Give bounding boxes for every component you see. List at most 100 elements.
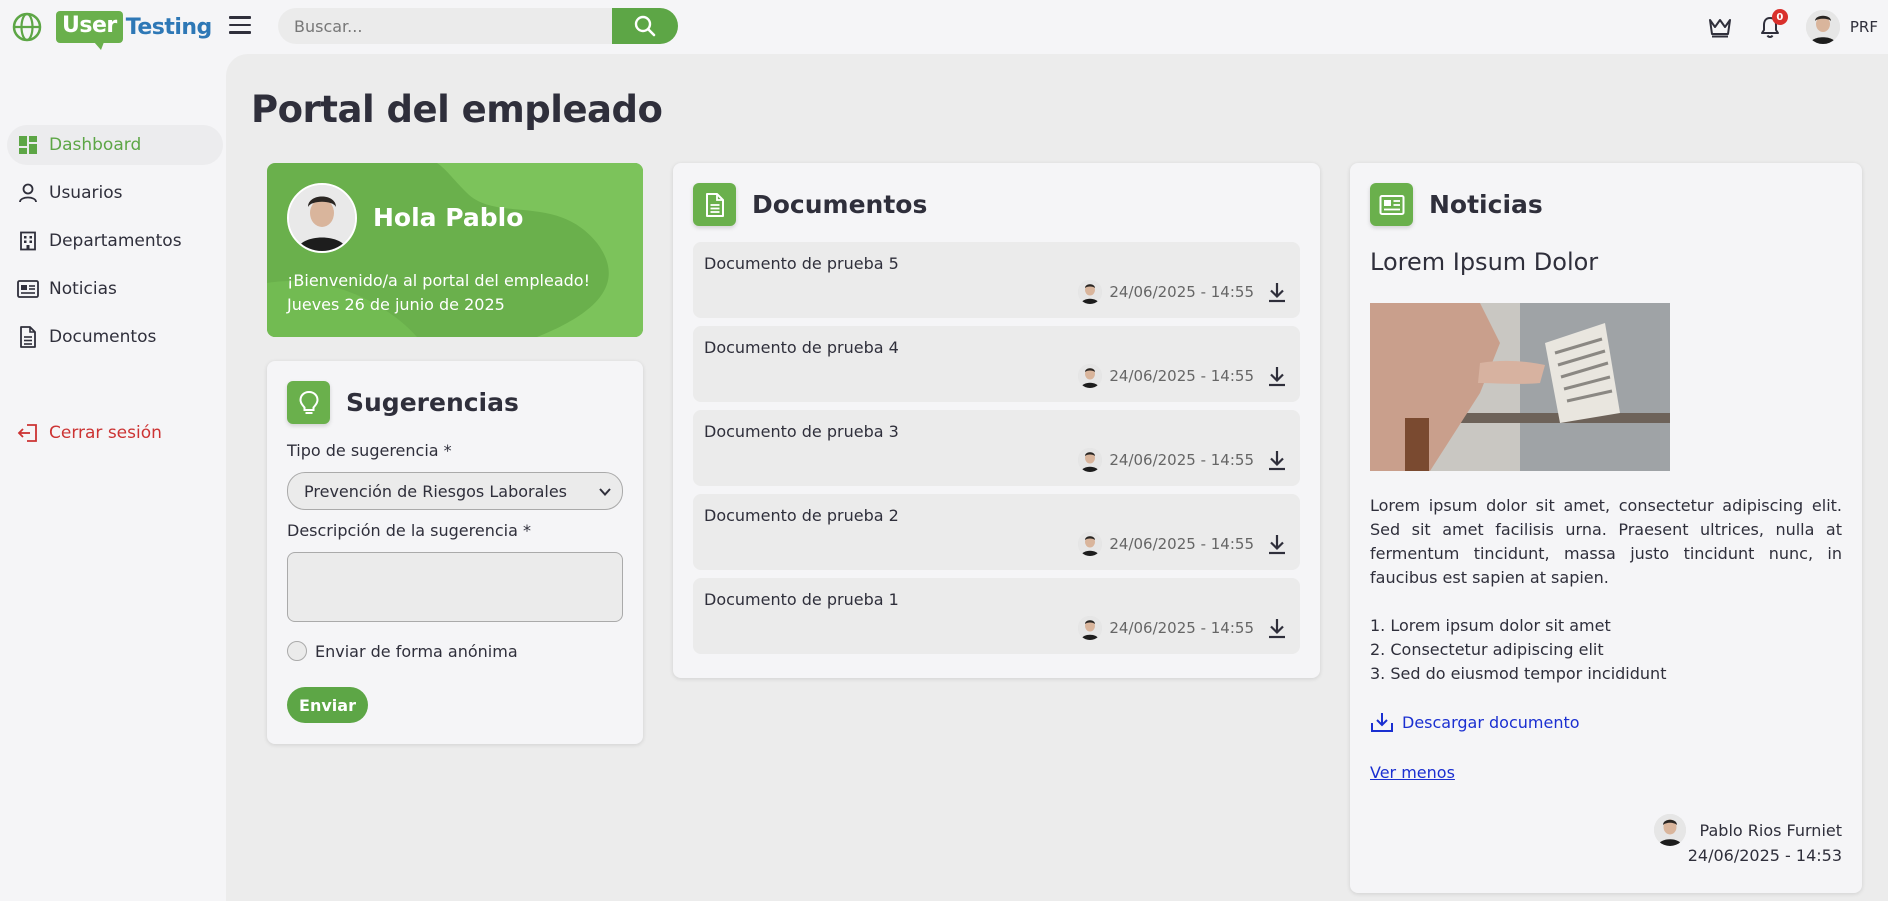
suggestion-description-label: Descripción de la sugerencia * <box>287 521 531 540</box>
document-item[interactable]: Documento de prueba 5 24/06/2025 - 14:55 <box>693 242 1300 318</box>
anonymous-option[interactable]: Enviar de forma anónima <box>287 641 518 661</box>
download-icon <box>1371 713 1393 732</box>
list-item: 1. Lorem ipsum dolor sit amet <box>1370 616 1611 635</box>
document-date: 24/06/2025 - 14:55 <box>1109 451 1254 469</box>
suggestions-header: Sugerencias <box>287 381 519 424</box>
document-name: Documento de prueba 5 <box>704 254 899 273</box>
document-name: Documento de prueba 1 <box>704 590 899 609</box>
news-headline: Lorem Ipsum Dolor <box>1370 248 1599 276</box>
user-initials[interactable]: PRF <box>1850 18 1878 36</box>
dashboard-icon <box>17 134 39 156</box>
search-bar <box>278 8 678 44</box>
chevron-down-icon <box>599 488 611 496</box>
notifications-button[interactable]: 0 <box>1756 9 1788 41</box>
app-logo[interactable]: User Testing <box>12 8 213 50</box>
anonymous-label: Enviar de forma anónima <box>315 641 518 661</box>
logo-text-user: User <box>56 11 123 50</box>
sidebar-item-noticias[interactable]: Noticias <box>7 269 223 309</box>
newspaper-icon <box>1370 183 1413 226</box>
search-button[interactable] <box>612 8 678 44</box>
suggestions-title: Sugerencias <box>346 388 519 417</box>
welcome-greeting: Hola Pablo <box>373 203 524 232</box>
documents-title: Documentos <box>752 190 928 219</box>
news-list: 1. Lorem ipsum dolor sit amet 2. Consect… <box>1370 614 1666 686</box>
download-icon[interactable] <box>1266 365 1288 387</box>
submit-suggestion-button[interactable]: Enviar <box>287 687 368 723</box>
logout-button[interactable]: Cerrar sesión <box>7 413 223 453</box>
document-item[interactable]: Documento de prueba 2 24/06/2025 - 14:55 <box>693 494 1300 570</box>
document-date: 24/06/2025 - 14:55 <box>1109 367 1254 385</box>
welcome-avatar <box>287 183 357 253</box>
document-meta: 24/06/2025 - 14:55 <box>1078 280 1288 304</box>
document-meta: 24/06/2025 - 14:55 <box>1078 532 1288 556</box>
download-document-label: Descargar documento <box>1402 712 1580 732</box>
building-icon <box>17 230 39 252</box>
logout-icon <box>17 422 39 444</box>
document-meta: 24/06/2025 - 14:55 <box>1078 448 1288 472</box>
page-title: Portal del empleado <box>251 88 663 131</box>
lightbulb-icon <box>287 381 330 424</box>
document-name: Documento de prueba 3 <box>704 422 899 441</box>
news-image <box>1370 303 1670 471</box>
sidebar-item-label: Documentos <box>49 327 157 347</box>
download-document-link[interactable]: Descargar documento <box>1370 711 1580 733</box>
user-avatar[interactable] <box>1805 10 1840 44</box>
download-icon[interactable] <box>1266 281 1288 303</box>
document-item[interactable]: Documento de prueba 4 24/06/2025 - 14:55 <box>693 326 1300 402</box>
globe-icon <box>12 12 42 42</box>
list-item: 2. Consectetur adipiscing elit <box>1370 640 1604 659</box>
document-date: 24/06/2025 - 14:55 <box>1109 283 1254 301</box>
uploader-avatar <box>1078 448 1103 472</box>
menu-toggle-icon[interactable] <box>229 16 251 34</box>
suggestion-type-label: Tipo de sugerencia * <box>287 441 452 460</box>
author-avatar <box>1653 814 1686 846</box>
document-date: 24/06/2025 - 14:55 <box>1109 535 1254 553</box>
sidebar-item-dashboard[interactable]: Dashboard <box>7 125 223 165</box>
search-icon <box>634 15 656 37</box>
sidebar-item-usuarios[interactable]: Usuarios <box>7 173 223 213</box>
download-icon[interactable] <box>1266 533 1288 555</box>
document-date: 24/06/2025 - 14:55 <box>1109 619 1254 637</box>
document-icon <box>693 183 736 226</box>
uploader-avatar <box>1078 532 1103 556</box>
document-item[interactable]: Documento de prueba 1 24/06/2025 - 14:55 <box>693 578 1300 654</box>
sidebar-item-departamentos[interactable]: Departamentos <box>7 221 223 261</box>
welcome-message: ¡Bienvenido/a al portal del empleado! <box>287 271 590 290</box>
download-icon[interactable] <box>1266 617 1288 639</box>
welcome-date: Jueves 26 de junio de 2025 <box>287 295 505 314</box>
sidebar-item-label: Dashboard <box>49 135 142 155</box>
suggestion-description-textarea[interactable] <box>287 552 623 622</box>
document-name: Documento de prueba 4 <box>704 338 899 357</box>
crown-icon[interactable] <box>1706 13 1734 41</box>
document-meta: 24/06/2025 - 14:55 <box>1078 364 1288 388</box>
news-card: Noticias Lorem Ipsum Dolor Lorem ipsum d… <box>1350 163 1862 893</box>
logo-text-testing: Testing <box>125 14 213 40</box>
search-input[interactable] <box>278 8 612 44</box>
uploader-avatar <box>1078 280 1103 304</box>
document-item[interactable]: Documento de prueba 3 24/06/2025 - 14:55 <box>693 410 1300 486</box>
list-item: 3. Sed do eiusmod tempor incididunt <box>1370 664 1667 683</box>
sidebar-item-label: Departamentos <box>49 231 182 251</box>
logout-label: Cerrar sesión <box>49 423 162 443</box>
uploader-avatar <box>1078 616 1103 640</box>
welcome-card: Hola Pablo ¡Bienvenido/a al portal del e… <box>267 163 643 337</box>
document-name: Documento de prueba 2 <box>704 506 899 525</box>
uploader-avatar <box>1078 364 1103 388</box>
show-less-link[interactable]: Ver menos <box>1370 763 1455 782</box>
sidebar-item-label: Noticias <box>49 279 117 299</box>
news-body: Lorem ipsum dolor sit amet, consectetur … <box>1370 496 1842 587</box>
suggestion-type-select[interactable]: Prevención de Riesgos Laborales <box>287 472 623 510</box>
sidebar-item-label: Usuarios <box>49 183 123 203</box>
news-date: 24/06/2025 - 14:53 <box>1687 846 1842 865</box>
download-icon[interactable] <box>1266 449 1288 471</box>
newspaper-icon <box>17 278 39 300</box>
top-actions: 0 PRF <box>1706 8 1888 46</box>
documents-card: Documentos Documento de prueba 5 24/06/2… <box>673 163 1320 678</box>
notification-count-badge: 0 <box>1771 9 1788 25</box>
author-name: Pablo Rios Furniet <box>1699 820 1842 840</box>
anonymous-radio[interactable] <box>287 641 307 661</box>
news-title: Noticias <box>1429 190 1543 219</box>
user-icon <box>17 182 39 204</box>
sidebar-item-documentos[interactable]: Documentos <box>7 317 223 357</box>
news-header: Noticias <box>1370 183 1543 226</box>
